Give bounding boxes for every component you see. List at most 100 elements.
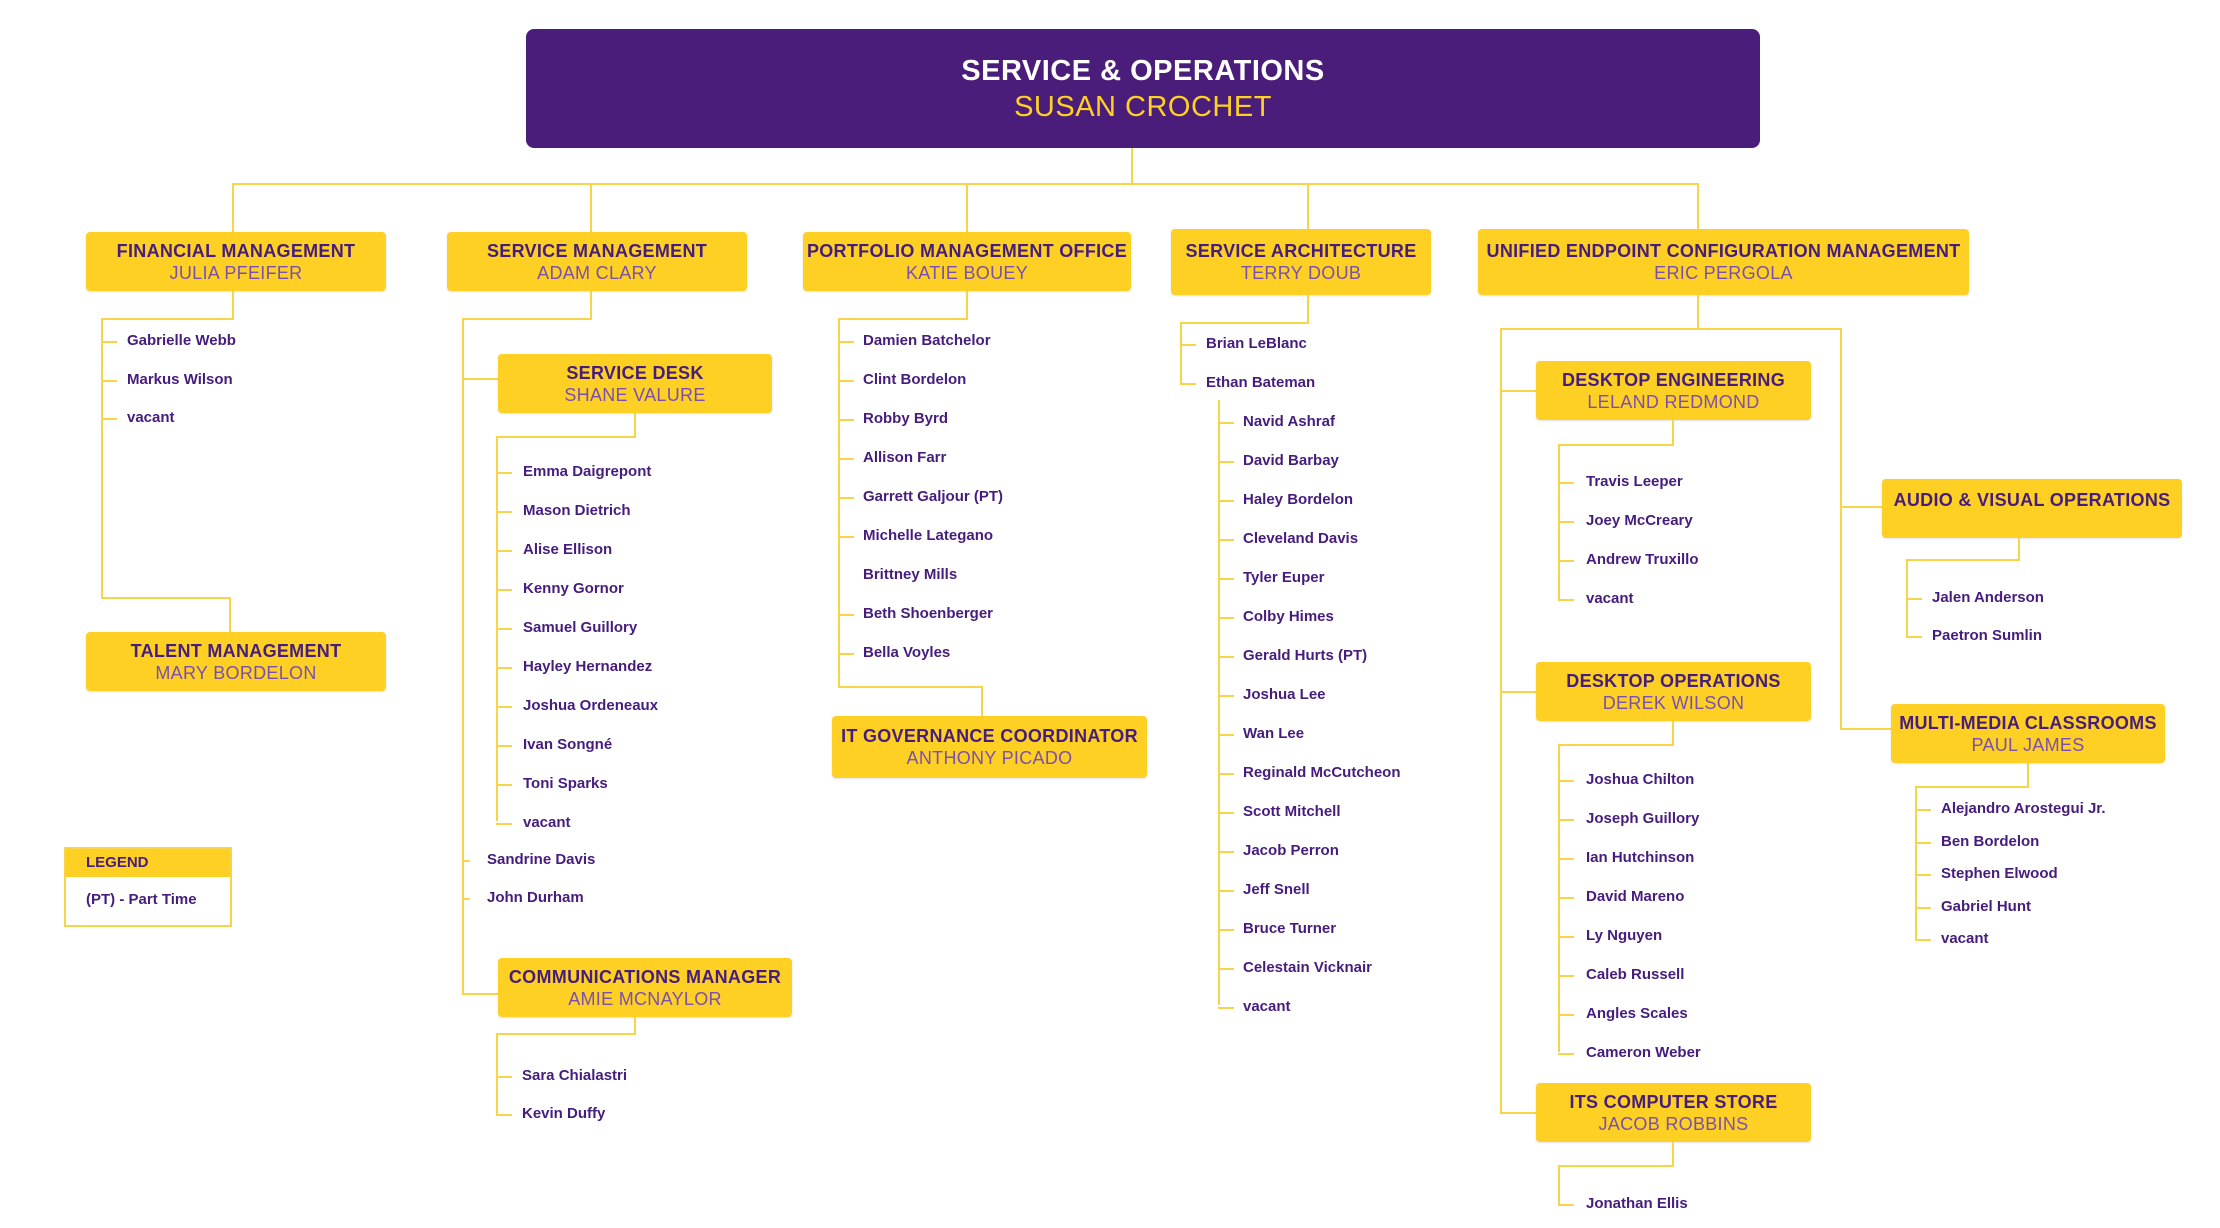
staff-member: Wan Lee: [1243, 725, 1305, 742]
connector: [1558, 599, 1574, 601]
connector: [101, 341, 117, 343]
connector: [1915, 842, 1931, 844]
connector: [1180, 322, 1182, 384]
connector: [838, 536, 854, 538]
staff-member: Ian Hutchinson: [1586, 849, 1695, 866]
root-title: SERVICE & OPERATIONS: [961, 54, 1325, 87]
unit-title: UNIFIED ENDPOINT CONFIGURATION MANAGEMEN…: [1486, 241, 1961, 261]
connector: [1500, 390, 1536, 392]
connector: [1180, 383, 1196, 385]
connector: [1558, 858, 1574, 860]
staff-member: Brittney Mills: [863, 566, 958, 583]
staff-member: vacant: [523, 814, 571, 831]
unit-head: ANTHONY PICADO: [906, 748, 1073, 768]
connector: [966, 291, 968, 318]
staff-member: David Mareno: [1586, 888, 1685, 905]
connector: [1697, 183, 1699, 229]
connector: [1840, 328, 1842, 729]
staff-member: Joshua Ordeneaux: [523, 697, 659, 714]
connector: [1906, 559, 2020, 561]
staff-member: Ly Nguyen: [1586, 927, 1663, 944]
connector: [462, 378, 498, 380]
connector: [101, 318, 103, 598]
connector: [838, 380, 854, 382]
unit-title: SERVICE DESK: [566, 362, 704, 383]
staff-member: Emma Daigrepont: [523, 463, 652, 480]
unit-title: COMMUNICATIONS MANAGER: [508, 966, 782, 987]
connector: [1218, 400, 1220, 1005]
connector: [1558, 482, 1574, 484]
staff-member: David Barbay: [1243, 452, 1339, 469]
unit-title: ITS COMPUTER STORE: [1569, 1091, 1778, 1112]
staff-member: Navid Ashraf: [1243, 413, 1335, 430]
connector: [1307, 295, 1309, 323]
service-desk-box: SERVICE DESK SHANE VALURE: [498, 354, 772, 413]
staff-member: vacant: [1243, 998, 1291, 1015]
connector: [590, 291, 592, 318]
unit-title: SERVICE ARCHITECTURE: [1185, 241, 1417, 261]
staff-member: Gerald Hurts (PT): [1243, 647, 1368, 664]
staff-member: Angles Scales: [1586, 1005, 1688, 1022]
connector: [496, 706, 512, 708]
connector: [229, 597, 231, 632]
connector: [1906, 636, 1922, 638]
connector: [838, 458, 854, 460]
legend: LEGEND (PT) - Part Time: [64, 847, 232, 927]
staff-member: Jeff Snell: [1243, 881, 1310, 898]
connector: [101, 418, 117, 420]
staff-member: Hayley Hernandez: [523, 658, 653, 675]
connector: [101, 380, 117, 382]
desktop-engineering-box: DESKTOP ENGINEERING LELAND REDMOND: [1536, 361, 1811, 420]
uecm-box: UNIFIED ENDPOINT CONFIGURATION MANAGEMEN…: [1478, 229, 1969, 295]
unit-head: ADAM CLARY: [537, 262, 657, 283]
connector: [1218, 929, 1234, 931]
connector: [1558, 1165, 1560, 1205]
staff-member: Travis Leeper: [1586, 473, 1683, 490]
connector: [838, 318, 968, 320]
unit-title: DESKTOP OPERATIONS: [1566, 670, 1781, 691]
connector: [462, 860, 470, 862]
financial-management-box: FINANCIAL MANAGEMENT JULIA PFEIFER: [86, 232, 386, 291]
its-computer-store-box: ITS COMPUTER STORE JACOB ROBBINS: [1536, 1083, 1811, 1142]
unit-head: PAUL JAMES: [1971, 734, 2085, 755]
unit-head: ERIC PERGOLA: [1654, 263, 1793, 283]
staff-member: Toni Sparks: [523, 775, 608, 792]
staff-member: Beth Shoenberger: [863, 605, 994, 622]
staff-member: Robby Byrd: [863, 410, 949, 427]
staff-member: Andrew Truxillo: [1586, 551, 1699, 568]
staff-member: vacant: [127, 409, 175, 426]
connector: [1218, 851, 1234, 853]
connector: [101, 318, 234, 320]
desktop-operations-box: DESKTOP OPERATIONS DEREK WILSON: [1536, 662, 1811, 721]
connector: [1915, 786, 2029, 788]
legend-title: LEGEND: [66, 849, 230, 877]
connector: [1558, 1014, 1574, 1016]
staff-member: Joey McCreary: [1586, 512, 1693, 529]
staff-member: Brian LeBlanc: [1206, 335, 1307, 352]
connector: [1558, 744, 1674, 746]
connector: [1218, 461, 1234, 463]
connector: [232, 291, 234, 318]
connector: [1500, 691, 1536, 693]
service-architecture-box: SERVICE ARCHITECTURE TERRY DOUB: [1171, 229, 1431, 295]
staff-member: Michelle Lategano: [863, 527, 994, 544]
unit-title: MULTI-MEDIA CLASSROOMS: [1899, 712, 2157, 733]
connector: [496, 745, 512, 747]
connector: [1915, 809, 1931, 811]
talent-management-box: TALENT MANAGEMENT MARY BORDELON: [86, 632, 386, 691]
connector: [838, 341, 854, 343]
connector: [496, 589, 512, 591]
legend-item: (PT) - Part Time: [86, 891, 197, 908]
staff-member: Colby Himes: [1243, 608, 1334, 625]
connector: [1697, 295, 1699, 329]
connector: [462, 318, 464, 994]
connector: [1558, 975, 1574, 977]
unit-head: KATIE BOUEY: [906, 262, 1028, 283]
connector: [496, 511, 512, 513]
staff-member: Damien Batchelor: [863, 332, 991, 349]
connector: [232, 183, 234, 232]
connector: [1558, 780, 1574, 782]
connector: [1840, 506, 1882, 508]
connector: [1180, 344, 1196, 346]
connector: [981, 686, 983, 716]
